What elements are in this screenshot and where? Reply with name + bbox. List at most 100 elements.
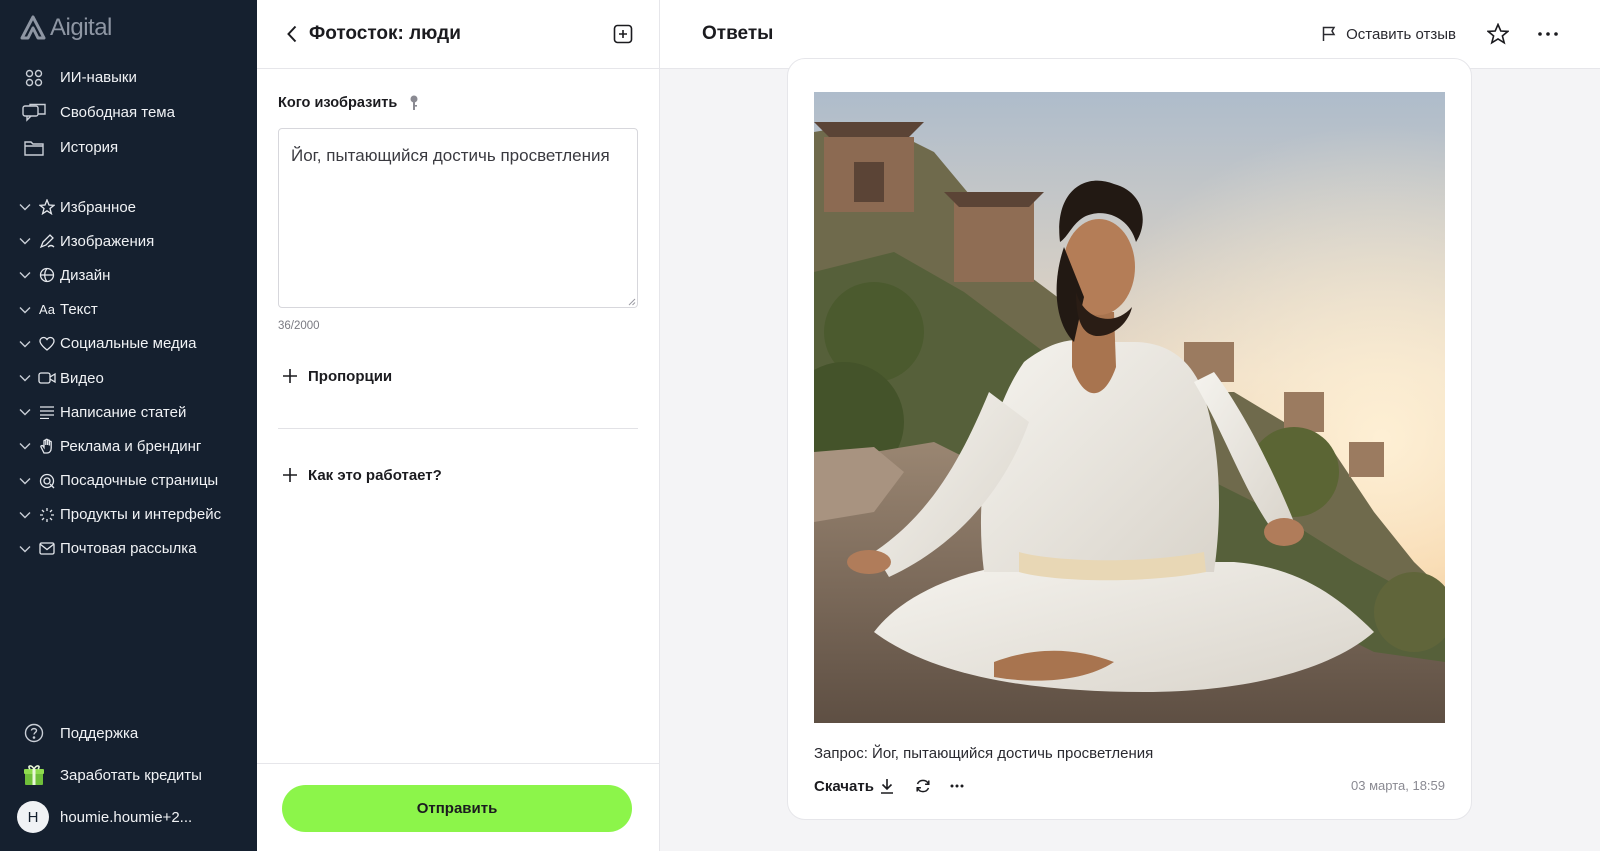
star-icon bbox=[1487, 23, 1509, 45]
answer-more-button[interactable] bbox=[946, 775, 968, 797]
proportions-label: Пропорции bbox=[308, 367, 393, 385]
favorite-button[interactable] bbox=[1486, 22, 1510, 46]
sidebar-category-social[interactable]: Социальные медиа bbox=[0, 327, 257, 361]
chevron-down-icon bbox=[18, 371, 32, 385]
flag-icon bbox=[1322, 26, 1336, 41]
sidebar-category-label: Дизайн bbox=[60, 266, 111, 284]
sidebar-category-text[interactable]: Aa Текст bbox=[0, 293, 257, 327]
yogi-photo-illustration bbox=[814, 92, 1445, 723]
sidebar-item-label: Заработать кредиты bbox=[60, 766, 202, 784]
new-chat-button[interactable] bbox=[611, 22, 635, 46]
chevron-down-icon bbox=[18, 200, 32, 214]
divider bbox=[278, 428, 638, 429]
sidebar-category-design[interactable]: Дизайн bbox=[0, 258, 257, 292]
folder-icon bbox=[22, 138, 46, 158]
more-options-button[interactable] bbox=[1534, 22, 1562, 46]
sidebar-item-label: Свободная тема bbox=[60, 104, 175, 121]
answer-actions: Скачать bbox=[814, 775, 980, 797]
panel-header: Фотосток: люди bbox=[257, 0, 659, 69]
key-icon[interactable] bbox=[409, 95, 419, 111]
sparkle-icon bbox=[38, 506, 56, 524]
back-button[interactable] bbox=[287, 23, 303, 45]
sidebar-category-images[interactable]: Изображения bbox=[0, 224, 257, 258]
sidebar-item-free-topic[interactable]: Свободная тема bbox=[0, 95, 257, 130]
sidebar-category-email[interactable]: Почтовая рассылка bbox=[0, 532, 257, 566]
landing-icon bbox=[38, 472, 56, 490]
logo-icon bbox=[20, 15, 46, 40]
pen-icon bbox=[38, 232, 56, 250]
chevron-down-icon bbox=[18, 268, 32, 282]
sidebar: Aigital ИИ-навыки Свободная тема История… bbox=[0, 0, 257, 851]
how-it-works-label: Как это работает? bbox=[308, 466, 442, 484]
sidebar-category-label: Изображения bbox=[60, 232, 155, 250]
sidebar-item-support[interactable]: Поддержка bbox=[0, 712, 257, 754]
plus-square-icon bbox=[613, 24, 633, 44]
chevron-down-icon bbox=[18, 474, 32, 488]
user-name: houmie.houmie+2... bbox=[60, 808, 193, 826]
help-icon bbox=[22, 723, 46, 743]
how-it-works-toggle[interactable]: Как это работает? bbox=[281, 466, 442, 484]
generated-image[interactable] bbox=[814, 92, 1445, 723]
field-label-text: Кого изобразить bbox=[278, 95, 398, 111]
answer-timestamp: 03 марта, 18:59 bbox=[1351, 778, 1445, 793]
chevron-down-icon bbox=[18, 508, 32, 522]
chevron-down-icon bbox=[18, 439, 32, 453]
chat-icon bbox=[22, 103, 46, 123]
sidebar-category-label: Посадочные страницы bbox=[60, 472, 219, 490]
gift-icon bbox=[22, 765, 46, 785]
chevron-left-icon bbox=[287, 25, 297, 43]
feedback-label: Оставить отзыв bbox=[1346, 25, 1456, 43]
prompt-textarea[interactable]: Йог, пытающийся достичь просветления bbox=[278, 128, 638, 308]
star-icon bbox=[38, 198, 56, 216]
sidebar-category-video[interactable]: Видео bbox=[0, 361, 257, 395]
skill-panel: Фотосток: люди Кого изобразить Йог, пыта… bbox=[257, 0, 660, 851]
submit-button[interactable]: Отправить bbox=[282, 785, 632, 832]
sidebar-category-label: Написание статей bbox=[60, 403, 187, 421]
sidebar-category-favorites[interactable]: Избранное bbox=[0, 190, 257, 224]
video-icon bbox=[38, 369, 56, 387]
regenerate-button[interactable] bbox=[912, 775, 934, 797]
refresh-icon bbox=[916, 779, 930, 793]
download-button[interactable]: Скачать bbox=[814, 778, 894, 795]
char-counter: 36/2000 bbox=[278, 320, 320, 332]
sidebar-item-ai-skills[interactable]: ИИ-навыки bbox=[0, 60, 257, 95]
proportions-toggle[interactable]: Пропорции bbox=[281, 367, 392, 385]
panel-footer: Отправить bbox=[257, 763, 659, 851]
more-horizontal-icon bbox=[950, 784, 964, 788]
avatar: H bbox=[17, 801, 49, 833]
grid-icon bbox=[22, 68, 46, 88]
globe-icon bbox=[38, 266, 56, 284]
sidebar-item-label: История bbox=[60, 139, 119, 156]
sidebar-category-label: Реклама и брендинг bbox=[60, 437, 202, 455]
sidebar-category-landing[interactable]: Посадочные страницы bbox=[0, 464, 257, 498]
sidebar-item-earn-credits[interactable]: Заработать кредиты bbox=[0, 754, 257, 796]
answers-title: Ответы bbox=[702, 23, 774, 44]
field-label: Кого изобразить bbox=[278, 95, 419, 111]
sidebar-categories: Избранное Изображения Дизайн Aa Текст Со… bbox=[0, 190, 257, 566]
mail-icon bbox=[38, 540, 56, 558]
plus-icon bbox=[281, 466, 299, 484]
answer-card: Запрос: Йог, пытающийся достичь просветл… bbox=[787, 58, 1472, 820]
sidebar-item-label: ИИ-навыки bbox=[60, 69, 137, 86]
chevron-down-icon bbox=[18, 303, 32, 317]
app-logo[interactable]: Aigital bbox=[20, 13, 112, 43]
plus-icon bbox=[281, 367, 299, 385]
answer-prompt: Запрос: Йог, пытающийся достичь просветл… bbox=[814, 745, 1154, 762]
sidebar-main-nav: ИИ-навыки Свободная тема История bbox=[0, 60, 257, 165]
sidebar-category-articles[interactable]: Написание статей bbox=[0, 395, 257, 429]
sidebar-category-products[interactable]: Продукты и интерфейс bbox=[0, 498, 257, 532]
user-menu[interactable]: H houmie.houmie+2... bbox=[0, 796, 257, 838]
sidebar-category-label: Почтовая рассылка bbox=[60, 540, 197, 558]
chevron-down-icon bbox=[18, 405, 32, 419]
sidebar-footer: Поддержка Заработать кредиты H houmie.ho… bbox=[0, 712, 257, 838]
download-label: Скачать bbox=[814, 777, 874, 795]
sidebar-item-label: Поддержка bbox=[60, 724, 139, 742]
sidebar-category-ads[interactable]: Реклама и брендинг bbox=[0, 429, 257, 463]
feedback-button[interactable]: Оставить отзыв bbox=[1322, 26, 1456, 43]
sidebar-item-history[interactable]: История bbox=[0, 130, 257, 165]
panel-title: Фотосток: люди bbox=[309, 23, 461, 44]
sidebar-category-label: Продукты и интерфейс bbox=[60, 506, 222, 524]
chevron-down-icon bbox=[18, 337, 32, 351]
resize-handle-icon[interactable] bbox=[628, 298, 636, 306]
download-icon bbox=[880, 779, 893, 794]
